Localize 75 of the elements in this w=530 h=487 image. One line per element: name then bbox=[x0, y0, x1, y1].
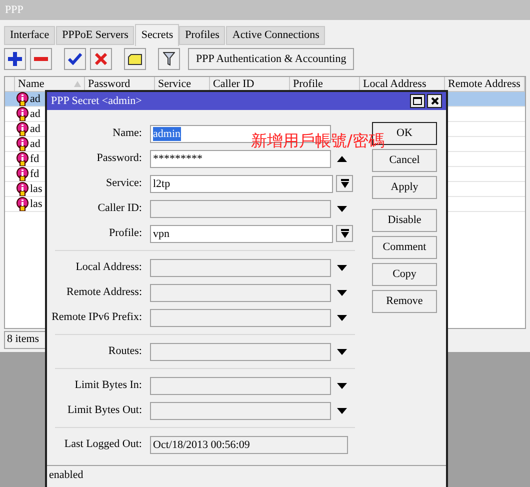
field-label: Profile: bbox=[108, 226, 143, 242]
enable-button[interactable] bbox=[64, 48, 86, 70]
table-cell: las bbox=[30, 197, 42, 211]
tab[interactable]: PPPoE Servers bbox=[56, 26, 134, 45]
input-field[interactable] bbox=[150, 308, 331, 326]
dropdown-icon bbox=[340, 229, 348, 238]
table-cell: fd bbox=[30, 152, 40, 166]
remove-button[interactable] bbox=[30, 48, 52, 70]
expand-arrow-icon[interactable] bbox=[337, 290, 347, 296]
filter-button[interactable] bbox=[158, 48, 180, 70]
field-label: Password: bbox=[96, 151, 143, 166]
expand-arrow-icon[interactable] bbox=[337, 348, 347, 354]
dialog-button[interactable]: Copy bbox=[372, 263, 437, 286]
input-field[interactable] bbox=[150, 284, 331, 302]
dropdown-button[interactable] bbox=[336, 225, 353, 242]
disable-button[interactable] bbox=[90, 48, 112, 70]
minus-icon bbox=[34, 57, 48, 61]
table-cell: ad bbox=[30, 107, 40, 121]
expand-arrow-icon[interactable] bbox=[337, 382, 347, 388]
field-label: Caller ID: bbox=[96, 201, 143, 216]
field-label: Remote Address: bbox=[66, 285, 143, 300]
tab[interactable]: Interface bbox=[4, 26, 56, 45]
expand-arrow-icon[interactable] bbox=[337, 206, 347, 212]
tab[interactable]: Secrets bbox=[135, 24, 180, 46]
table-cell: ad bbox=[30, 92, 40, 106]
field-label: Local Address: bbox=[74, 260, 143, 276]
dialog-button[interactable]: Apply bbox=[372, 176, 437, 199]
dialog-button[interactable]: Comment bbox=[372, 236, 437, 259]
close-button[interactable] bbox=[427, 94, 442, 108]
close-icon bbox=[430, 97, 438, 105]
dropdown-button[interactable] bbox=[336, 175, 353, 192]
field-label: Last Logged Out: bbox=[63, 437, 143, 452]
plus-icon bbox=[8, 52, 22, 66]
input-field: Oct/18/2013 00:56:09 bbox=[150, 436, 348, 454]
field-label: Service: bbox=[104, 176, 143, 192]
input-field[interactable] bbox=[150, 258, 331, 276]
maximize-button[interactable] bbox=[410, 94, 425, 108]
dropdown-icon bbox=[340, 179, 348, 188]
field-label: Routes: bbox=[107, 344, 143, 360]
sort-icon bbox=[74, 81, 81, 87]
table-cell: las bbox=[30, 182, 42, 196]
table-cell: fd bbox=[30, 167, 40, 181]
auth-accounting-button[interactable]: PPP Authentication & Accounting bbox=[188, 48, 354, 70]
expand-arrow-icon[interactable] bbox=[337, 408, 347, 414]
window-title: PPP bbox=[5, 2, 24, 18]
dialog-button[interactable]: Disable bbox=[372, 209, 437, 232]
note-icon bbox=[128, 54, 142, 64]
input-field[interactable]: l2tp bbox=[150, 174, 333, 192]
input-field[interactable]: ********* bbox=[150, 150, 331, 168]
cross-icon bbox=[95, 53, 107, 65]
comment-button[interactable] bbox=[124, 48, 146, 70]
dialog-button[interactable]: Remove bbox=[372, 290, 437, 313]
check-icon bbox=[68, 53, 82, 65]
dialog-status-text: enabled bbox=[49, 468, 84, 484]
dialog-button[interactable]: Cancel bbox=[372, 149, 437, 172]
filter-icon bbox=[163, 52, 175, 66]
input-field[interactable] bbox=[150, 402, 331, 420]
input-field[interactable] bbox=[150, 376, 331, 394]
tab[interactable]: Profiles bbox=[179, 26, 226, 45]
dialog-title: PPP Secret <admin> bbox=[51, 94, 143, 109]
maximize-icon bbox=[413, 97, 422, 105]
collapse-arrow-icon[interactable] bbox=[337, 156, 347, 162]
table-cell: ad bbox=[30, 122, 40, 136]
field-label: Limit Bytes Out: bbox=[66, 403, 143, 418]
field-label: Remote IPv6 Prefix: bbox=[50, 310, 143, 326]
tab[interactable]: Active Connections bbox=[226, 26, 326, 45]
field-label: Limit Bytes In: bbox=[74, 378, 143, 394]
table-cell: ad bbox=[30, 137, 40, 151]
expand-arrow-icon[interactable] bbox=[337, 264, 347, 270]
expand-arrow-icon[interactable] bbox=[337, 314, 347, 320]
input-field[interactable] bbox=[150, 200, 331, 218]
field-label: Name: bbox=[112, 126, 143, 142]
input-field[interactable] bbox=[150, 342, 331, 360]
input-field[interactable]: vpn bbox=[150, 224, 333, 242]
add-button[interactable] bbox=[4, 48, 26, 70]
